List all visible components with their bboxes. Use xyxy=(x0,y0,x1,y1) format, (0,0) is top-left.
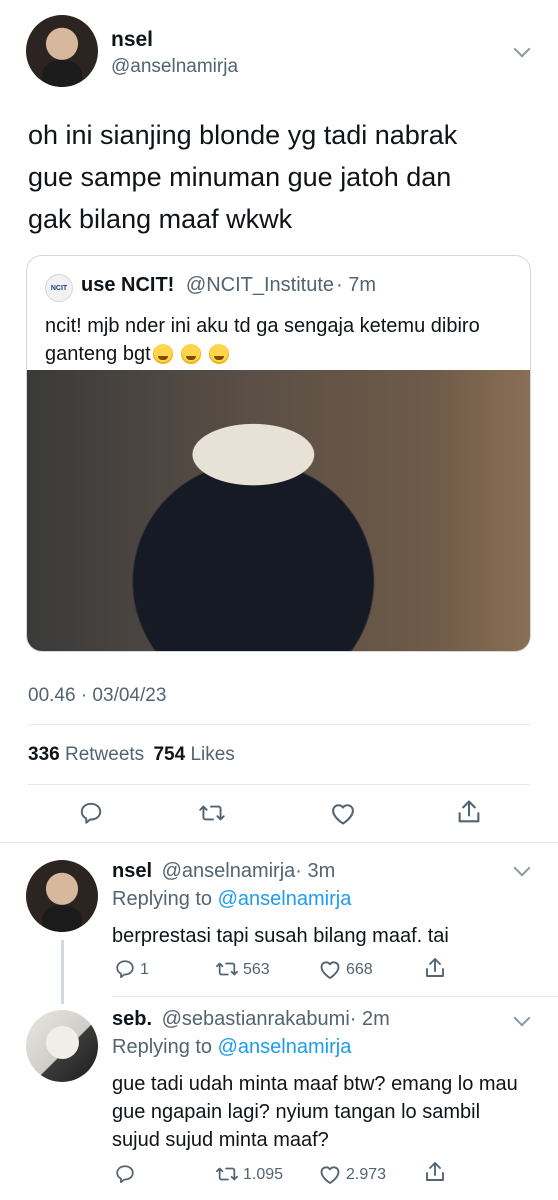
reply-avatar[interactable] xyxy=(26,860,98,932)
reply-count: 1 xyxy=(140,961,149,978)
quoted-text: ncit! mjb nder ini aku td ga sengaja ket… xyxy=(45,315,480,365)
reply-avatar[interactable] xyxy=(26,1010,98,1082)
quoted-header: use NCIT! @NCIT_Institute · 7m xyxy=(81,274,376,297)
replying-to-prefix: Replying to xyxy=(112,888,213,910)
share-icon[interactable] xyxy=(455,798,483,826)
retweet-icon[interactable] xyxy=(197,800,227,826)
divider xyxy=(0,842,558,843)
reply-text: gue tadi udah minta maaf btw? emang lo m… xyxy=(112,1073,518,1151)
like-icon[interactable] xyxy=(318,1163,342,1185)
like-count: 668 xyxy=(346,961,373,978)
retweets-count[interactable]: 336 xyxy=(28,744,60,765)
reply-handle[interactable]: @anselnamirja xyxy=(162,860,296,882)
tweet-stats: 336 Retweets 754 Likes xyxy=(28,744,235,766)
quoted-display-name: use NCIT! xyxy=(81,274,175,296)
crying-emoji-icon xyxy=(152,344,173,364)
reply-header: nsel @anselnamirja· 3m xyxy=(112,860,335,883)
reply-header: seb. @sebastianrakabumi· 2m xyxy=(112,1008,390,1031)
likes-count[interactable]: 754 xyxy=(153,744,185,765)
quoted-handle: @NCIT_Institute xyxy=(185,274,335,296)
replying-to: Replying to @anselnamirja xyxy=(112,888,351,911)
likes-label[interactable]: Likes xyxy=(190,744,234,765)
reply-icon[interactable] xyxy=(78,800,104,826)
divider xyxy=(28,724,530,725)
quoted-text-block: ncit! mjb nder ini aku td ga sengaja ket… xyxy=(45,312,505,368)
retweet-count: 563 xyxy=(243,961,270,978)
divider xyxy=(112,996,558,997)
replying-to: Replying to @anselnamirja xyxy=(112,1036,351,1059)
share-icon[interactable] xyxy=(423,1160,447,1184)
reply-icon[interactable] xyxy=(114,1163,136,1185)
like-icon[interactable] xyxy=(329,800,357,826)
reply-handle[interactable]: @sebastianrakabumi xyxy=(162,1008,350,1030)
like-count: 2.973 xyxy=(346,1166,387,1183)
crying-emoji-icon xyxy=(180,344,201,364)
replying-to-prefix: Replying to xyxy=(112,1036,213,1058)
chevron-down-icon[interactable] xyxy=(513,1009,531,1027)
tweet-timestamp[interactable]: 00.46 · 03/04/23 xyxy=(28,685,166,707)
reply-icon[interactable] xyxy=(114,958,136,980)
chevron-down-icon[interactable] xyxy=(513,40,531,58)
quoted-photo[interactable] xyxy=(27,370,530,651)
thread-line xyxy=(61,940,64,1004)
reply-display-name[interactable]: nsel xyxy=(112,860,152,882)
reply-text: berprestasi tapi susah bilang maaf. tai xyxy=(112,925,449,947)
author-handle[interactable]: @anselnamirja xyxy=(111,56,238,78)
reply-time[interactable]: · 2m xyxy=(350,1008,390,1030)
author-display-name[interactable]: nsel xyxy=(111,28,153,52)
retweet-icon[interactable] xyxy=(214,958,240,980)
ncit-logo-icon: NCIT xyxy=(45,274,73,302)
reply-display-name[interactable]: seb. xyxy=(112,1008,152,1030)
quoted-tweet-card[interactable]: NCIT use NCIT! @NCIT_Institute · 7m ncit!… xyxy=(26,255,531,652)
replying-to-link[interactable]: @anselnamirja xyxy=(218,888,352,910)
divider xyxy=(28,784,530,785)
replying-to-link[interactable]: @anselnamirja xyxy=(218,1036,352,1058)
quoted-time: · 7m xyxy=(336,274,377,296)
tweet-text: oh ini sianjing blonde yg tadi nabrak gu… xyxy=(28,120,458,234)
share-icon[interactable] xyxy=(423,956,447,980)
avatar[interactable] xyxy=(26,15,98,87)
like-icon[interactable] xyxy=(318,958,342,980)
retweets-label[interactable]: Retweets xyxy=(65,744,144,765)
reply-time[interactable]: · 3m xyxy=(295,860,335,882)
crying-emoji-icon xyxy=(208,344,229,364)
retweet-icon[interactable] xyxy=(214,1163,240,1185)
chevron-down-icon[interactable] xyxy=(513,859,531,877)
retweet-count: 1.095 xyxy=(243,1166,284,1183)
